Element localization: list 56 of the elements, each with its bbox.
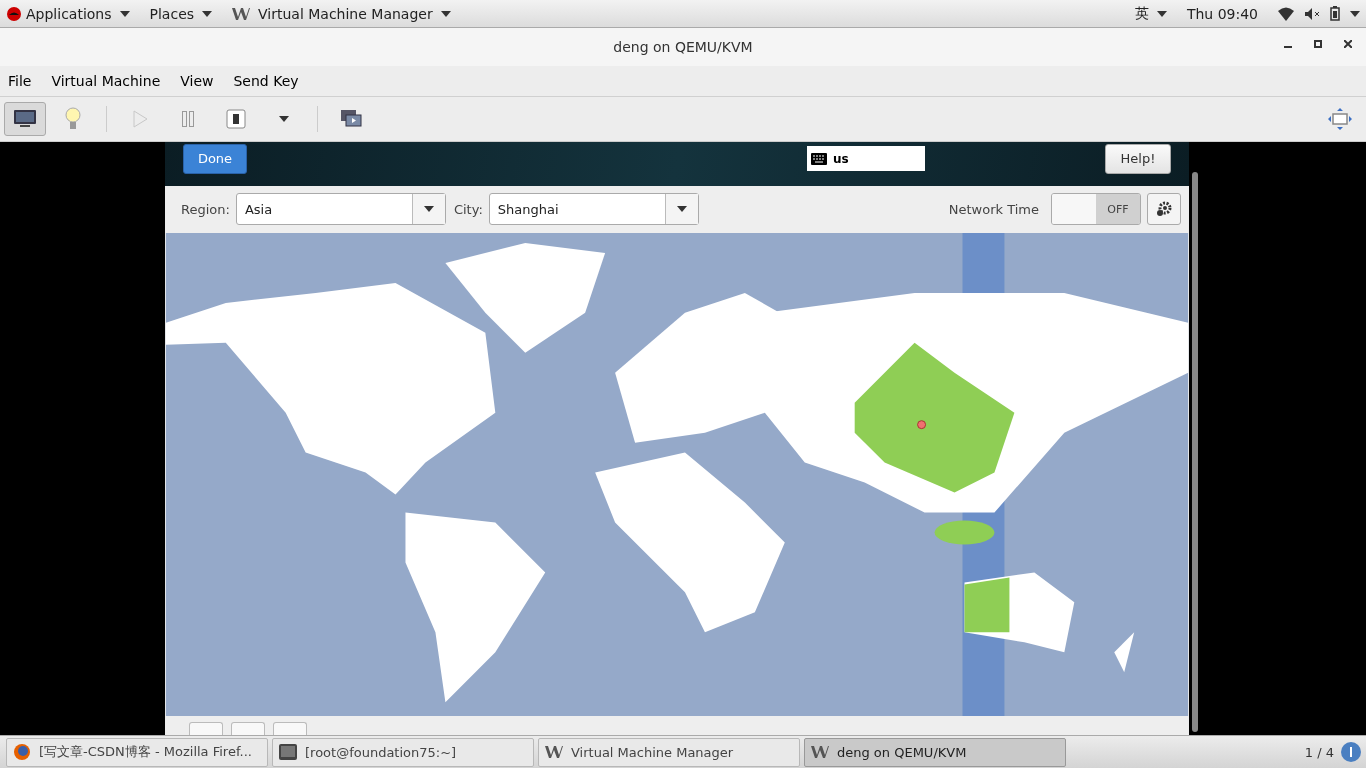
workspace-indicator[interactable]: 1 / 4 — [1304, 744, 1334, 760]
window-title: deng on QEMU/KVM — [613, 39, 753, 55]
vm-logo-icon — [232, 7, 251, 20]
lightbulb-icon — [65, 107, 81, 131]
clock[interactable]: Thu 09:40 — [1186, 5, 1258, 22]
done-button[interactable]: Done — [183, 143, 247, 174]
gear-icon — [1156, 201, 1172, 218]
caret-icon — [279, 116, 289, 122]
city-dropdown[interactable]: Shanghai — [488, 193, 699, 226]
menu-item[interactable]: View — [180, 73, 214, 89]
terminal-icon — [279, 744, 297, 760]
region-label: Region: — [181, 201, 230, 217]
fullscreen-icon[interactable] — [1328, 108, 1352, 130]
menu-item[interactable]: Send Key — [233, 73, 299, 89]
network-time-label: Network Time — [948, 201, 1039, 217]
hat-icon — [6, 6, 22, 21]
wifi-icon[interactable] — [1278, 6, 1294, 21]
caret-icon — [1350, 10, 1360, 17]
vm-logo-icon — [545, 746, 563, 758]
keyboard-icon — [811, 152, 827, 165]
switch-icon — [226, 109, 246, 129]
maximize-icon[interactable] — [1314, 40, 1322, 48]
monitor-icon — [13, 109, 37, 129]
menu-item[interactable]: Virtual Machine — [51, 73, 161, 89]
battery-icon[interactable] — [1330, 6, 1340, 21]
browser-icon — [13, 743, 31, 761]
taskbar-button[interactable]: deng on QEMU/KVM — [804, 737, 1066, 767]
settings-button[interactable] — [1147, 193, 1181, 226]
caret-icon — [440, 10, 451, 17]
top-menu[interactable]: Virtual Machine Manager — [232, 5, 451, 22]
input-method-menu[interactable]: 英 — [1134, 4, 1167, 23]
caret-icon — [423, 206, 434, 213]
console-button[interactable] — [4, 102, 46, 136]
menu-item[interactable]: File — [8, 73, 32, 89]
top-menu[interactable]: Places — [149, 5, 213, 22]
notification-icon[interactable] — [1340, 741, 1362, 763]
scrollbar[interactable] — [1192, 172, 1198, 732]
network-time-switch[interactable]: OFF — [1051, 193, 1141, 226]
caret-icon — [676, 206, 687, 213]
keyboard-layout-indicator[interactable]: us — [807, 146, 925, 172]
region-dropdown[interactable]: Asia — [235, 193, 446, 226]
help-button[interactable]: Help! — [1105, 143, 1171, 174]
play-icon — [132, 110, 148, 128]
caret-icon — [202, 10, 213, 17]
taskbar-button[interactable]: Virtual Machine Manager — [538, 737, 800, 767]
close-icon[interactable] — [1344, 40, 1352, 48]
caret-icon — [1156, 10, 1167, 17]
taskbar-button[interactable]: [写文章-CSDN博客 - Mozilla Firef... — [6, 737, 268, 767]
screens-icon — [340, 109, 362, 129]
city-label: City: — [453, 201, 483, 217]
taskbar-button[interactable]: [root@foundation75:~] — [272, 737, 534, 767]
top-menu[interactable]: Applications — [26, 5, 130, 22]
vm-logo-icon — [811, 746, 829, 758]
speaker-icon[interactable] — [1304, 6, 1320, 21]
pause-icon — [182, 111, 194, 127]
caret-icon — [119, 10, 130, 17]
